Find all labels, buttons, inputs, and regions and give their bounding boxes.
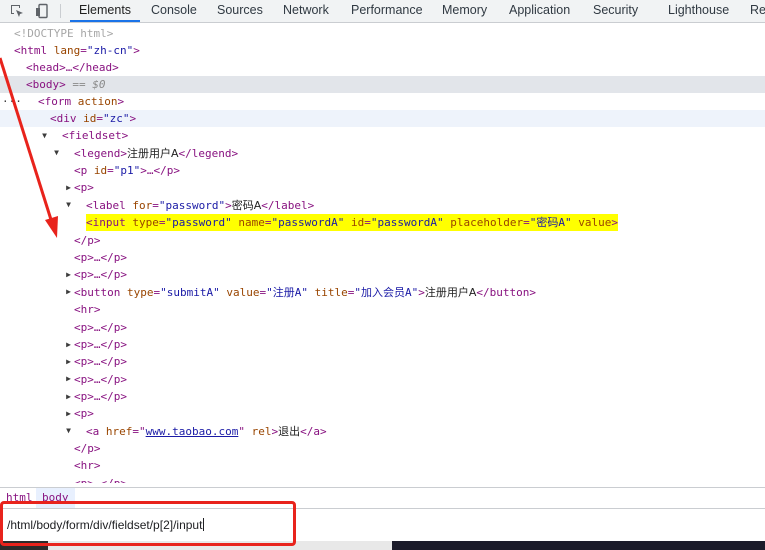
div-id-value: "zc" bbox=[103, 112, 130, 125]
head-tag: <head>…</head> bbox=[26, 61, 119, 74]
dom-line-hr-2[interactable]: <hr> bbox=[0, 457, 765, 474]
p-tag: <p>…</p> bbox=[74, 268, 127, 281]
dom-line-p-close[interactable]: </p> bbox=[0, 232, 765, 249]
dom-line-hr[interactable]: <hr> bbox=[0, 301, 765, 318]
p-tag: <p> bbox=[74, 407, 94, 420]
device-toolbar-icon[interactable] bbox=[35, 3, 51, 19]
p-tag: <p> bbox=[74, 181, 94, 194]
doctype-text: <!DOCTYPE html> bbox=[14, 27, 114, 40]
dom-line-input[interactable]: <input type="password" name="passwordA" … bbox=[0, 214, 765, 231]
dom-line-p8[interactable]: ▶ <p>…</p> bbox=[0, 371, 765, 401]
tab-network[interactable]: Network bbox=[283, 0, 329, 22]
breadcrumb: html body bbox=[0, 487, 765, 508]
dom-line-p10[interactable]: ▼ <p> bbox=[0, 405, 765, 435]
dom-line-p7[interactable]: ▶ <p>…</p> bbox=[0, 353, 765, 383]
div-tag: <div bbox=[50, 112, 84, 125]
hr-tag: <hr> bbox=[74, 303, 101, 316]
tab-recorder[interactable]: Rec bbox=[750, 0, 765, 22]
div-id-attr: id bbox=[83, 112, 97, 125]
dom-line-head[interactable]: ▶ <head>…</head> bbox=[0, 59, 765, 89]
dom-line-p-close-2[interactable]: </p> bbox=[0, 440, 765, 457]
devtools-tab-bar: Elements Console Sources Network Perform… bbox=[0, 0, 765, 23]
dom-line-form[interactable]: ▼ <form action> bbox=[0, 93, 765, 123]
label-tag: <label bbox=[86, 199, 133, 212]
dom-line-label[interactable]: <label for="password">密码A</label> bbox=[0, 197, 765, 214]
dom-line-button[interactable]: <button type="submitA" value="注册A" title… bbox=[0, 284, 765, 301]
html-tag: <html bbox=[14, 44, 54, 57]
p-tag: <p>…</p> bbox=[74, 338, 127, 351]
dom-line-p1[interactable]: ▶ <p id="p1">…</p> bbox=[0, 162, 765, 192]
html-lang-value: "zh-cn" bbox=[86, 44, 134, 57]
tab-sources[interactable]: Sources bbox=[217, 0, 263, 22]
highlighted-input-node[interactable]: <input type="password" name="passwordA" … bbox=[86, 214, 619, 231]
a-href-attr: href bbox=[105, 425, 133, 438]
label-text: 密码A bbox=[231, 199, 262, 212]
dom-line-a[interactable]: <a href="www.taobao.com" rel>退出</a> bbox=[0, 423, 765, 440]
hr-tag: <hr> bbox=[74, 459, 101, 472]
taskbar-strip bbox=[0, 541, 765, 550]
dom-line-legend[interactable]: <legend>注册用户A</legend> bbox=[0, 145, 765, 162]
p-close-tag: </p> bbox=[74, 442, 101, 455]
dom-line-p9[interactable]: ▶ <p>…</p> bbox=[0, 388, 765, 418]
dom-line-p5[interactable]: ▶ <p>…</p> bbox=[0, 319, 765, 349]
p-id-value: "p1" bbox=[113, 164, 141, 177]
tab-performance[interactable]: Performance bbox=[351, 0, 423, 22]
legend-tag: <legend> bbox=[74, 147, 127, 160]
p-close-tag: </p> bbox=[74, 234, 101, 247]
dom-line-doctype[interactable]: <!DOCTYPE html> bbox=[0, 25, 765, 42]
breadcrumb-body[interactable]: body bbox=[36, 488, 75, 508]
tab-security[interactable]: Security bbox=[593, 0, 638, 22]
p-id-attr: id bbox=[93, 164, 108, 177]
html-lang-attr: lang bbox=[53, 44, 81, 57]
tab-console[interactable]: Console bbox=[151, 0, 197, 22]
selected-node-ref: == $0 bbox=[65, 78, 106, 91]
tab-separator bbox=[60, 4, 61, 18]
dom-line-html[interactable]: <html lang="zh-cn"> bbox=[0, 42, 765, 59]
a-tag: <a bbox=[86, 425, 106, 438]
taskbar-dark-area bbox=[392, 541, 765, 550]
fieldset-tag: <fieldset> bbox=[62, 129, 129, 142]
dom-line-div[interactable]: ▼ <div id="zc"> bbox=[0, 110, 765, 140]
tab-application[interactable]: Application bbox=[509, 0, 570, 22]
dom-line-p2[interactable]: ▼ <p> bbox=[0, 179, 765, 209]
breadcrumb-html[interactable]: html bbox=[0, 488, 39, 508]
a-rel-attr: rel bbox=[244, 425, 272, 438]
p-tag: <p bbox=[74, 164, 94, 177]
form-tag: <form bbox=[38, 95, 78, 108]
dom-line-body[interactable]: ··· ▼ <body> == $0 bbox=[0, 76, 765, 123]
p-tag: <p>…</p> bbox=[74, 251, 127, 264]
p-tag: <p>…</p> bbox=[74, 321, 127, 334]
p-tag: <p>…</p> bbox=[74, 475, 127, 483]
text-caret bbox=[203, 518, 205, 531]
dom-line-partial[interactable]: ▶ <p>…</p> bbox=[0, 475, 765, 483]
p-tag: <p>…</p> bbox=[74, 355, 127, 368]
label-for-attr: for bbox=[132, 199, 153, 212]
tab-lighthouse[interactable]: Lighthouse bbox=[668, 0, 729, 22]
dom-line-p6[interactable]: ▶ <p>…</p> bbox=[0, 336, 765, 366]
tab-memory[interactable]: Memory bbox=[442, 0, 487, 22]
inspect-element-icon[interactable] bbox=[9, 3, 25, 19]
xpath-search-input[interactable]: /html/body/form/div/fieldset/p[2]/input bbox=[0, 508, 765, 541]
body-tag: <body> bbox=[26, 78, 66, 91]
xpath-search-value: /html/body/form/div/fieldset/p[2]/input bbox=[7, 518, 205, 532]
p-tag: <p>…</p> bbox=[74, 390, 127, 403]
dom-tree: <!DOCTYPE html> <html lang="zh-cn"> ▶ <h… bbox=[0, 23, 765, 483]
a-text: 退出 bbox=[278, 425, 301, 438]
p-tag: <p>…</p> bbox=[74, 373, 127, 386]
tab-elements[interactable]: Elements bbox=[70, 0, 140, 22]
label-for-value: "password" bbox=[158, 199, 226, 212]
legend-text: 注册用户A bbox=[126, 147, 179, 160]
taskbar-block bbox=[0, 541, 48, 550]
button-tag: <button bbox=[74, 286, 127, 299]
dom-line-p4[interactable]: ▶ <p>…</p> bbox=[0, 266, 765, 296]
form-action-attr: action bbox=[77, 95, 118, 108]
button-text: 注册用户A bbox=[424, 286, 477, 299]
a-href-link[interactable]: www.taobao.com bbox=[146, 425, 239, 438]
dom-line-p3[interactable]: ▶ <p>…</p> bbox=[0, 249, 765, 279]
dom-line-fieldset[interactable]: ▼ <fieldset> bbox=[0, 127, 765, 157]
